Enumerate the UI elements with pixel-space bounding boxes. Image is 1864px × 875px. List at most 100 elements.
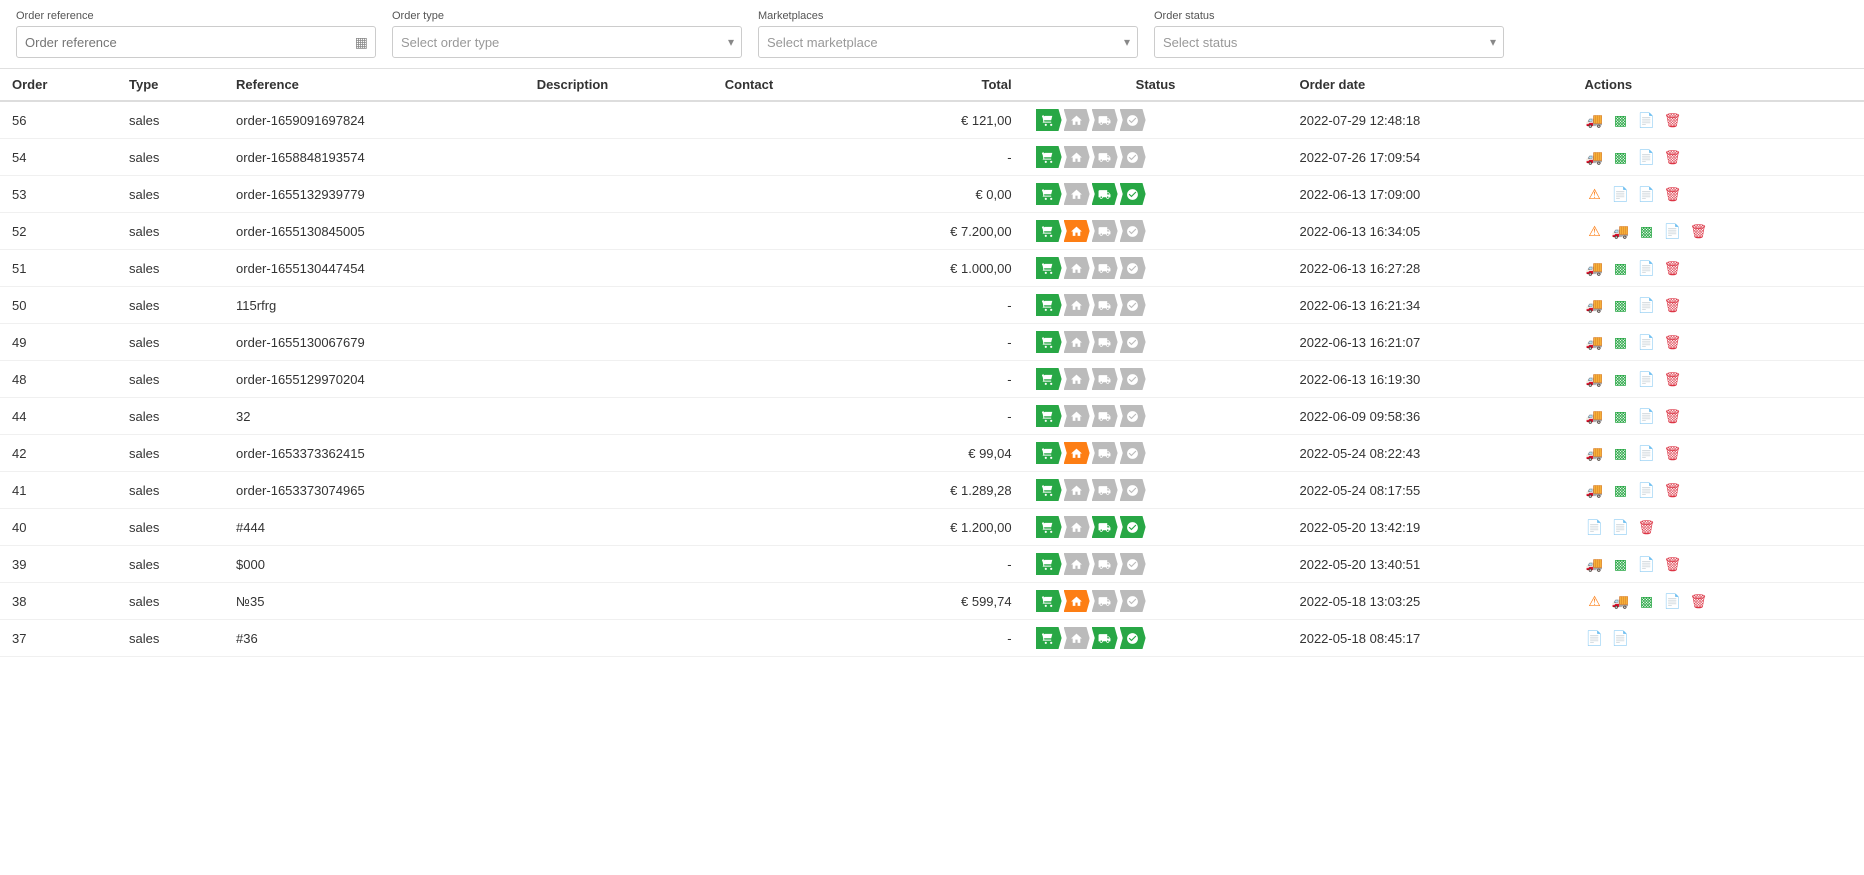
action-delete-icon[interactable]: 🗑 <box>1662 369 1682 389</box>
action-chart-icon[interactable]: ▩ <box>1610 480 1630 500</box>
cell-type: sales <box>117 361 224 398</box>
status-step <box>1064 331 1090 353</box>
action-delete-icon[interactable]: 🗑 <box>1662 110 1682 130</box>
cell-total: - <box>855 620 1023 657</box>
col-reference: Reference <box>224 69 525 101</box>
action-truck-icon[interactable]: 🚚 <box>1584 443 1604 463</box>
action-delete-icon[interactable]: 🗑 <box>1662 184 1682 204</box>
action-delete-icon[interactable]: 🗑 <box>1662 406 1682 426</box>
table-row: 40 sales #444 € 1.200,00 2022-05-20 13:4… <box>0 509 1864 546</box>
status-step <box>1036 627 1062 649</box>
action-file-orange-icon[interactable]: 📄 <box>1610 628 1630 648</box>
action-delete-icon[interactable]: 🗑 <box>1662 147 1682 167</box>
cell-date: 2022-06-13 16:21:34 <box>1287 287 1572 324</box>
cell-date: 2022-06-09 09:58:36 <box>1287 398 1572 435</box>
cell-order-id: 56 <box>0 101 117 139</box>
action-file-icon[interactable]: 📄 <box>1636 295 1656 315</box>
action-truck-icon[interactable]: 🚚 <box>1584 295 1604 315</box>
table-row: 51 sales order-1655130447454 € 1.000,00 … <box>0 250 1864 287</box>
action-warning-icon[interactable]: ⚠ <box>1584 221 1604 241</box>
action-file-icon[interactable]: 📄 <box>1584 628 1604 648</box>
cell-type: sales <box>117 546 224 583</box>
cell-reference: order-1659091697824 <box>224 101 525 139</box>
status-step <box>1036 183 1062 205</box>
status-step <box>1092 220 1118 242</box>
col-description: Description <box>525 69 713 101</box>
action-file-icon[interactable]: 📄 <box>1662 591 1682 611</box>
action-delete-icon[interactable]: 🗑 <box>1662 443 1682 463</box>
action-chart-icon[interactable]: ▩ <box>1636 591 1656 611</box>
order-reference-input[interactable] <box>16 26 376 58</box>
cell-total: - <box>855 398 1023 435</box>
cell-total: € 0,00 <box>855 176 1023 213</box>
action-chart-icon[interactable]: ▩ <box>1610 295 1630 315</box>
action-truck-icon[interactable]: 🚚 <box>1584 258 1604 278</box>
action-warning-icon[interactable]: ⚠ <box>1584 184 1604 204</box>
action-delete-icon[interactable]: 🗑 <box>1636 517 1656 537</box>
action-truck-icon[interactable]: 🚚 <box>1584 147 1604 167</box>
action-file-icon[interactable]: 📄 <box>1636 110 1656 130</box>
action-truck-icon[interactable]: 🚚 <box>1610 221 1630 241</box>
action-file-icon[interactable]: 📄 <box>1636 480 1656 500</box>
action-delete-icon[interactable]: 🗑 <box>1662 258 1682 278</box>
status-step <box>1064 257 1090 279</box>
action-file-icon[interactable]: 📄 <box>1636 443 1656 463</box>
action-chart-icon[interactable]: ▩ <box>1610 554 1630 574</box>
action-file-icon[interactable]: 📄 <box>1610 184 1630 204</box>
cell-description <box>525 435 713 472</box>
cell-reference: order-1655132939779 <box>224 176 525 213</box>
action-file-icon[interactable]: 📄 <box>1636 258 1656 278</box>
status-step <box>1120 627 1146 649</box>
order-type-select[interactable]: Select order type <box>392 26 742 58</box>
action-truck-icon[interactable]: 🚚 <box>1584 369 1604 389</box>
action-file-icon[interactable]: 📄 <box>1636 147 1656 167</box>
marketplaces-select[interactable]: Select marketplace <box>758 26 1138 58</box>
cell-total: € 1.200,00 <box>855 509 1023 546</box>
action-file-icon[interactable]: 📄 <box>1636 554 1656 574</box>
status-step <box>1064 516 1090 538</box>
action-chart-icon[interactable]: ▩ <box>1610 406 1630 426</box>
action-truck-icon[interactable]: 🚚 <box>1584 480 1604 500</box>
status-step <box>1120 109 1146 131</box>
action-delete-icon[interactable]: 🗑 <box>1662 295 1682 315</box>
action-truck-icon[interactable]: 🚚 <box>1584 110 1604 130</box>
action-delete-icon[interactable]: 🗑 <box>1662 554 1682 574</box>
action-file-orange-icon[interactable]: 📄 <box>1636 184 1656 204</box>
cell-reference: №35 <box>224 583 525 620</box>
cell-actions: 🚚 ▩ 📄 🗑 <box>1572 398 1864 435</box>
cell-order-id: 53 <box>0 176 117 213</box>
action-delete-icon[interactable]: 🗑 <box>1688 591 1708 611</box>
action-file-icon[interactable]: 📄 <box>1636 406 1656 426</box>
action-chart-icon[interactable]: ▩ <box>1610 110 1630 130</box>
status-step <box>1120 553 1146 575</box>
cell-date: 2022-06-13 16:21:07 <box>1287 324 1572 361</box>
action-truck-icon[interactable]: 🚚 <box>1584 554 1604 574</box>
status-step <box>1092 442 1118 464</box>
order-status-select[interactable]: Select status <box>1154 26 1504 58</box>
action-delete-icon[interactable]: 🗑 <box>1662 480 1682 500</box>
cell-contact <box>713 435 856 472</box>
action-chart-icon[interactable]: ▩ <box>1636 221 1656 241</box>
cell-description <box>525 287 713 324</box>
action-truck-icon[interactable]: 🚚 <box>1610 591 1630 611</box>
cell-actions: 🚚 ▩ 📄 🗑 <box>1572 472 1864 509</box>
action-warning-icon[interactable]: ⚠ <box>1584 591 1604 611</box>
action-chart-icon[interactable]: ▩ <box>1610 147 1630 167</box>
action-truck-icon[interactable]: 🚚 <box>1584 332 1604 352</box>
table-row: 48 sales order-1655129970204 - 2022-06-1… <box>0 361 1864 398</box>
action-file-orange-icon[interactable]: 📄 <box>1610 517 1630 537</box>
action-chart-icon[interactable]: ▩ <box>1610 258 1630 278</box>
action-file-icon[interactable]: 📄 <box>1584 517 1604 537</box>
action-file-icon[interactable]: 📄 <box>1636 369 1656 389</box>
cell-type: sales <box>117 324 224 361</box>
action-chart-icon[interactable]: ▩ <box>1610 332 1630 352</box>
action-delete-icon[interactable]: 🗑 <box>1662 332 1682 352</box>
action-file-icon[interactable]: 📄 <box>1636 332 1656 352</box>
status-step <box>1120 257 1146 279</box>
action-truck-icon[interactable]: 🚚 <box>1584 406 1604 426</box>
action-file-icon[interactable]: 📄 <box>1662 221 1682 241</box>
status-step <box>1064 146 1090 168</box>
action-delete-icon[interactable]: 🗑 <box>1688 221 1708 241</box>
action-chart-icon[interactable]: ▩ <box>1610 443 1630 463</box>
action-chart-icon[interactable]: ▩ <box>1610 369 1630 389</box>
